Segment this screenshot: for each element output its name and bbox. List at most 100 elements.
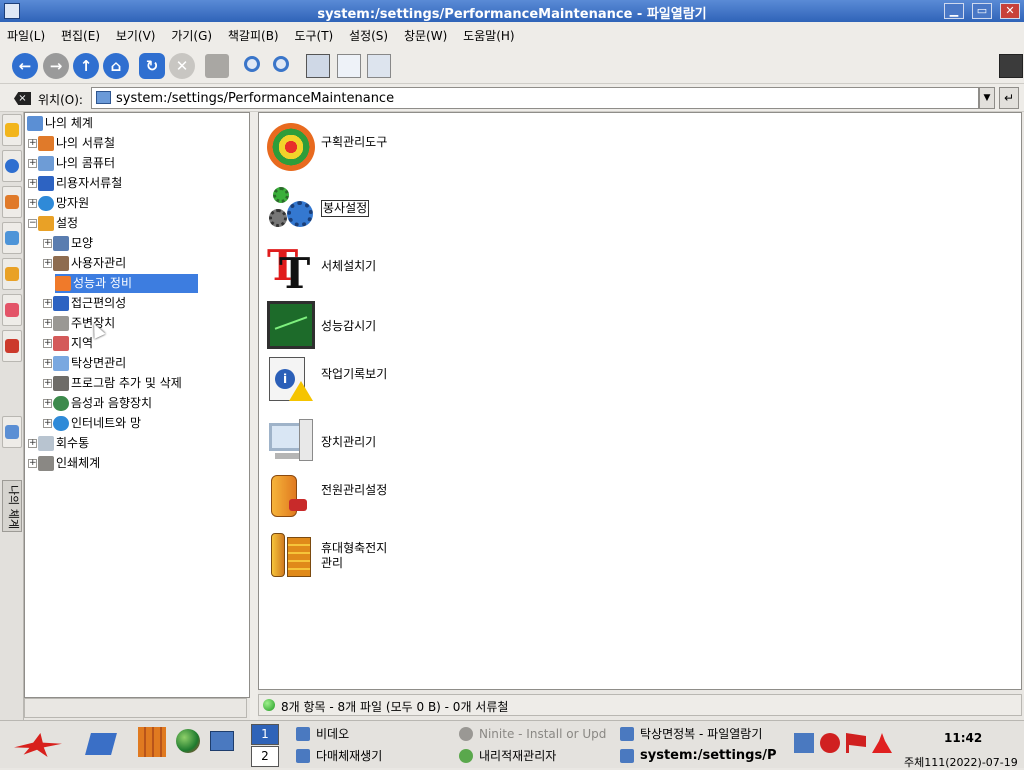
tab-media[interactable] — [2, 294, 22, 326]
tree-item-performance-maintenance[interactable]: 성능과 정비 — [55, 274, 198, 293]
item-font-installer[interactable]: T T 서체설치기 — [267, 241, 587, 298]
menu-bookmarks[interactable]: 책갈피(B) — [221, 22, 279, 44]
alert-icon[interactable] — [872, 733, 892, 753]
zoom-out-button[interactable] — [271, 54, 295, 78]
tab-history[interactable] — [2, 150, 22, 182]
task-desktop-file-manager[interactable]: 탁상면정복 - 파일열람기 — [620, 723, 800, 745]
menu-edit[interactable]: 편집(E) — [54, 22, 100, 44]
quicklaunch-editor[interactable] — [85, 729, 117, 759]
collapse-icon[interactable]: − — [28, 219, 37, 228]
tree-item-network[interactable]: + 망자원 — [28, 194, 198, 213]
menu-help[interactable]: 도움말(H) — [456, 22, 515, 44]
tab-my-system[interactable]: 나의 체계 — [2, 480, 22, 532]
desktop-2-button[interactable]: 2 — [251, 746, 279, 767]
tree-item-my-system[interactable]: 나의 체계 — [27, 114, 197, 133]
clear-location-icon[interactable]: × — [14, 92, 31, 105]
tree-item-user-folders[interactable]: + 리용자서류철 — [28, 174, 198, 193]
expand-icon[interactable]: + — [28, 439, 37, 448]
item-service-settings[interactable]: 봉사설정 — [267, 183, 587, 235]
icon-view-button[interactable] — [306, 54, 330, 78]
start-menu-button[interactable] — [8, 727, 68, 763]
item-log-viewer[interactable]: i 작업기록보기 — [267, 357, 587, 409]
print-button[interactable] — [205, 54, 229, 78]
location-input[interactable]: system:/settings/PerformanceMaintenance — [91, 87, 979, 109]
tab-home[interactable] — [2, 186, 22, 218]
item-device-manager[interactable]: 장치관리기 — [267, 417, 587, 469]
tree-item-appearance[interactable]: + 모양 — [43, 234, 213, 253]
home-button[interactable]: ⌂ — [103, 53, 129, 79]
expand-icon[interactable]: + — [43, 379, 52, 388]
tab-network[interactable] — [2, 222, 22, 254]
menu-view[interactable]: 보기(V) — [109, 22, 156, 44]
star-icon — [5, 123, 19, 137]
expand-icon[interactable]: + — [28, 459, 37, 468]
tree-item-sound[interactable]: + 음성과 음향장치 — [43, 394, 233, 413]
tree-item-peripherals[interactable]: + 주변장치 — [43, 314, 213, 333]
tree-item-desktop-management[interactable]: + 탁상면관리 — [43, 354, 213, 373]
tab-bookmarks[interactable] — [2, 114, 22, 146]
tree-item-add-remove-programs[interactable]: + 프로그람 추가 및 삭제 — [43, 374, 243, 393]
expand-icon[interactable]: + — [43, 419, 52, 428]
expand-icon[interactable]: + — [43, 299, 52, 308]
tree-item-region[interactable]: + 지역 — [43, 334, 213, 353]
quicklaunch-folders[interactable] — [138, 727, 168, 759]
task-active-file-manager[interactable]: system:/settings/P — [620, 745, 778, 767]
task-ninite[interactable]: Ninite - Install or Upd — [459, 723, 613, 745]
expand-icon[interactable]: + — [43, 259, 52, 268]
expand-icon[interactable]: + — [43, 359, 52, 368]
tab-system[interactable] — [2, 416, 22, 448]
item-partition-manager[interactable]: 구획관리도구 — [267, 123, 587, 175]
close-button[interactable]: ✕ — [1000, 3, 1020, 19]
expand-icon[interactable]: + — [28, 139, 37, 148]
volume-muted-icon[interactable] — [820, 733, 840, 753]
minimize-button[interactable]: ▁ — [944, 3, 964, 19]
tree-item-print-system[interactable]: + 인쇄체계 — [28, 454, 198, 473]
tree-item-user-management[interactable]: + 사용자관리 — [43, 254, 213, 273]
pane-splitter[interactable] — [250, 112, 258, 720]
tab-settings[interactable] — [2, 330, 22, 362]
item-portable-battery[interactable]: 휴대형축전지 관리 — [267, 531, 587, 583]
clock[interactable]: 11:42 — [944, 731, 982, 745]
detail-view-button[interactable] — [337, 54, 361, 78]
tree-item-internet-network[interactable]: + 인터네트와 망 — [43, 414, 233, 433]
menu-go[interactable]: 가기(G) — [164, 22, 212, 44]
go-button[interactable]: ↵ — [999, 87, 1019, 109]
location-dropdown-button[interactable]: ▼ — [979, 87, 995, 109]
up-button[interactable]: ↑ — [73, 53, 99, 79]
tree-item-trash[interactable]: + 회수통 — [28, 434, 198, 453]
expand-icon[interactable]: + — [43, 319, 52, 328]
expand-icon[interactable]: + — [28, 199, 37, 208]
reload-button[interactable]: ↻ — [139, 53, 165, 79]
menu-settings[interactable]: 설정(S) — [342, 22, 388, 44]
expand-icon[interactable]: + — [28, 159, 37, 168]
quicklaunch-system[interactable] — [210, 729, 236, 755]
quicklaunch-browser[interactable] — [176, 729, 202, 755]
item-power-settings[interactable]: 전원관리설정 — [267, 473, 587, 525]
network-tray-icon[interactable] — [794, 733, 814, 753]
tree-item-settings[interactable]: − 설정 — [28, 214, 198, 233]
expand-icon[interactable]: + — [43, 339, 52, 348]
menu-file[interactable]: 파일(L) — [0, 22, 45, 44]
tree-item-my-documents[interactable]: + 나의 서류철 — [28, 134, 198, 153]
task-media-player[interactable]: 다매체재생기 — [296, 745, 446, 767]
zoom-in-button[interactable] — [242, 54, 266, 78]
tab-services[interactable] — [2, 258, 22, 290]
menu-window[interactable]: 창문(W) — [397, 22, 447, 44]
expand-icon[interactable]: + — [43, 399, 52, 408]
accessibility-icon — [53, 296, 69, 311]
menu-tools[interactable]: 도구(T) — [287, 22, 333, 44]
maximize-button[interactable]: ▭ — [972, 3, 992, 19]
task-download-manager[interactable]: 내리적재관리자 — [459, 745, 613, 767]
stop-button[interactable]: ✕ — [169, 53, 195, 79]
expand-icon[interactable]: + — [28, 179, 37, 188]
tree-item-my-computer[interactable]: + 나의 콤퓨터 — [28, 154, 198, 173]
forward-button[interactable]: → — [43, 53, 69, 79]
desktop-1-button[interactable]: 1 — [251, 724, 279, 745]
item-performance-monitor[interactable]: 성능감시기 — [267, 301, 587, 353]
expand-icon[interactable]: + — [43, 239, 52, 248]
preview-button[interactable] — [367, 54, 391, 78]
task-video[interactable]: 비데오 — [296, 723, 446, 745]
back-button[interactable]: ← — [12, 53, 38, 79]
tree-item-accessibility[interactable]: + 접근편의성 — [43, 294, 213, 313]
flag-icon[interactable] — [846, 733, 866, 753]
